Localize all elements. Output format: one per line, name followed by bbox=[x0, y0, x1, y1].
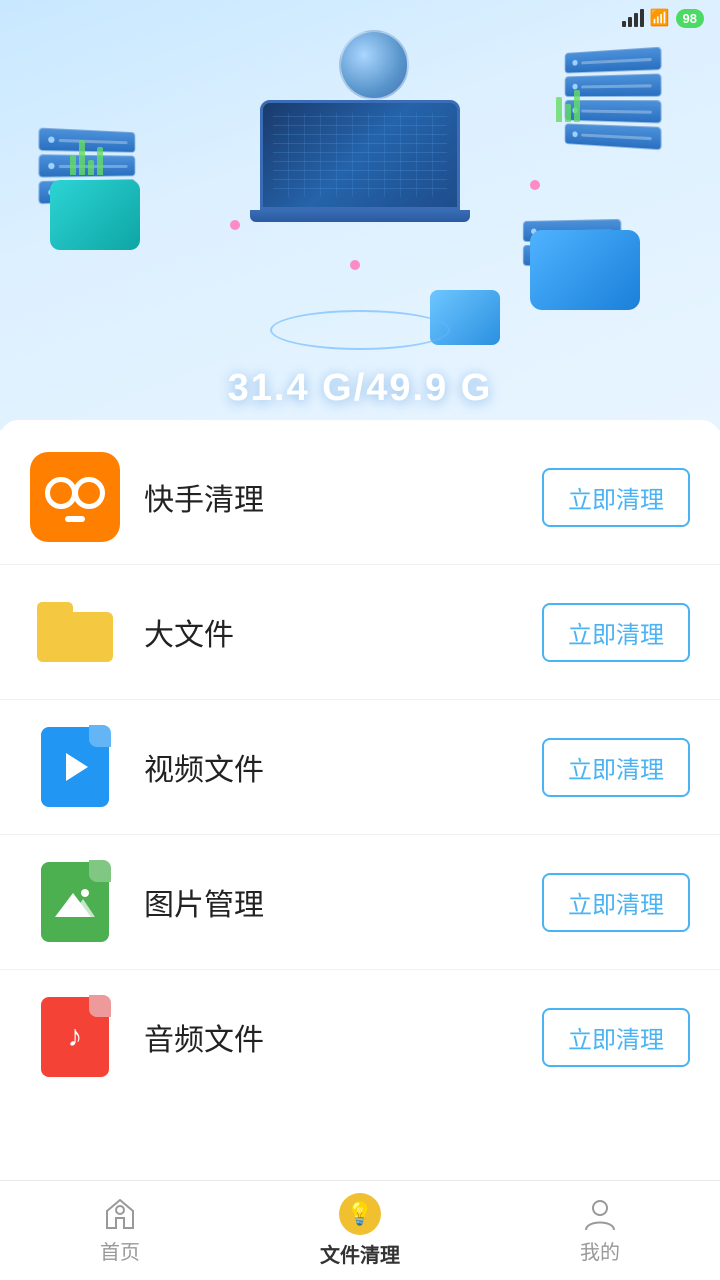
hero-section: 📶 98 bbox=[0, 0, 720, 430]
connect-dot-2 bbox=[350, 260, 360, 270]
photo-icon bbox=[30, 857, 120, 947]
video-icon bbox=[30, 722, 120, 812]
profile-icon bbox=[582, 1196, 618, 1232]
video-file-clean-button[interactable]: 立即清理 bbox=[542, 738, 690, 797]
audio-icon: ♪ bbox=[30, 992, 120, 1082]
nav-item-profile[interactable]: 我的 bbox=[480, 1196, 720, 1265]
list-item-photo-manage: 图片管理 立即清理 bbox=[0, 835, 720, 970]
list-item-kuaishou: 快手清理 立即清理 bbox=[0, 430, 720, 565]
list-item-audio-file: ♪ 音频文件 立即清理 bbox=[0, 970, 720, 1104]
home-nav-label: 首页 bbox=[100, 1236, 140, 1265]
globe-icon bbox=[339, 30, 409, 100]
audio-file-label: 音频文件 bbox=[144, 1015, 542, 1059]
bottom-nav: 首页 💡 文件清理 我的 bbox=[0, 1180, 720, 1280]
hero-illustration bbox=[0, 0, 720, 430]
cube-teal bbox=[50, 180, 140, 250]
cube-blue-large bbox=[530, 230, 640, 310]
main-content: 快手清理 立即清理 大文件 立即清理 视频文件 立即清理 bbox=[0, 420, 720, 1280]
home-icon bbox=[102, 1196, 138, 1232]
signal-icon bbox=[622, 9, 644, 27]
battery-badge: 98 bbox=[676, 9, 704, 28]
large-file-label: 大文件 bbox=[144, 610, 542, 654]
laptop-illustration bbox=[260, 100, 460, 230]
file-clean-nav-label: 文件清理 bbox=[320, 1239, 400, 1268]
nav-item-home[interactable]: 首页 bbox=[0, 1196, 240, 1265]
kuaishou-label: 快手清理 bbox=[144, 475, 542, 519]
large-file-clean-button[interactable]: 立即清理 bbox=[542, 603, 690, 662]
wifi-icon: 📶 bbox=[650, 8, 670, 28]
kuaishou-clean-button[interactable]: 立即清理 bbox=[542, 468, 690, 527]
photo-manage-clean-button[interactable]: 立即清理 bbox=[542, 873, 690, 932]
photo-manage-label: 图片管理 bbox=[144, 880, 542, 924]
storage-display: 31.4 G/49.9 G bbox=[228, 367, 493, 410]
nav-item-file-clean[interactable]: 💡 文件清理 bbox=[240, 1193, 480, 1268]
folder-icon bbox=[30, 587, 120, 677]
video-file-label: 视频文件 bbox=[144, 745, 542, 789]
bar-chart-right bbox=[556, 90, 580, 122]
list-item-large-file: 大文件 立即清理 bbox=[0, 565, 720, 700]
profile-nav-label: 我的 bbox=[580, 1236, 620, 1265]
list-item-video-file: 视频文件 立即清理 bbox=[0, 700, 720, 835]
bulb-icon: 💡 bbox=[339, 1193, 381, 1235]
connect-dot-1 bbox=[230, 220, 240, 230]
kuaishou-icon bbox=[30, 452, 120, 542]
glow-ring bbox=[270, 310, 450, 350]
status-bar: 📶 98 bbox=[606, 0, 720, 36]
connect-dot-3 bbox=[530, 180, 540, 190]
audio-file-clean-button[interactable]: 立即清理 bbox=[542, 1008, 690, 1067]
bar-chart-left bbox=[70, 140, 103, 175]
